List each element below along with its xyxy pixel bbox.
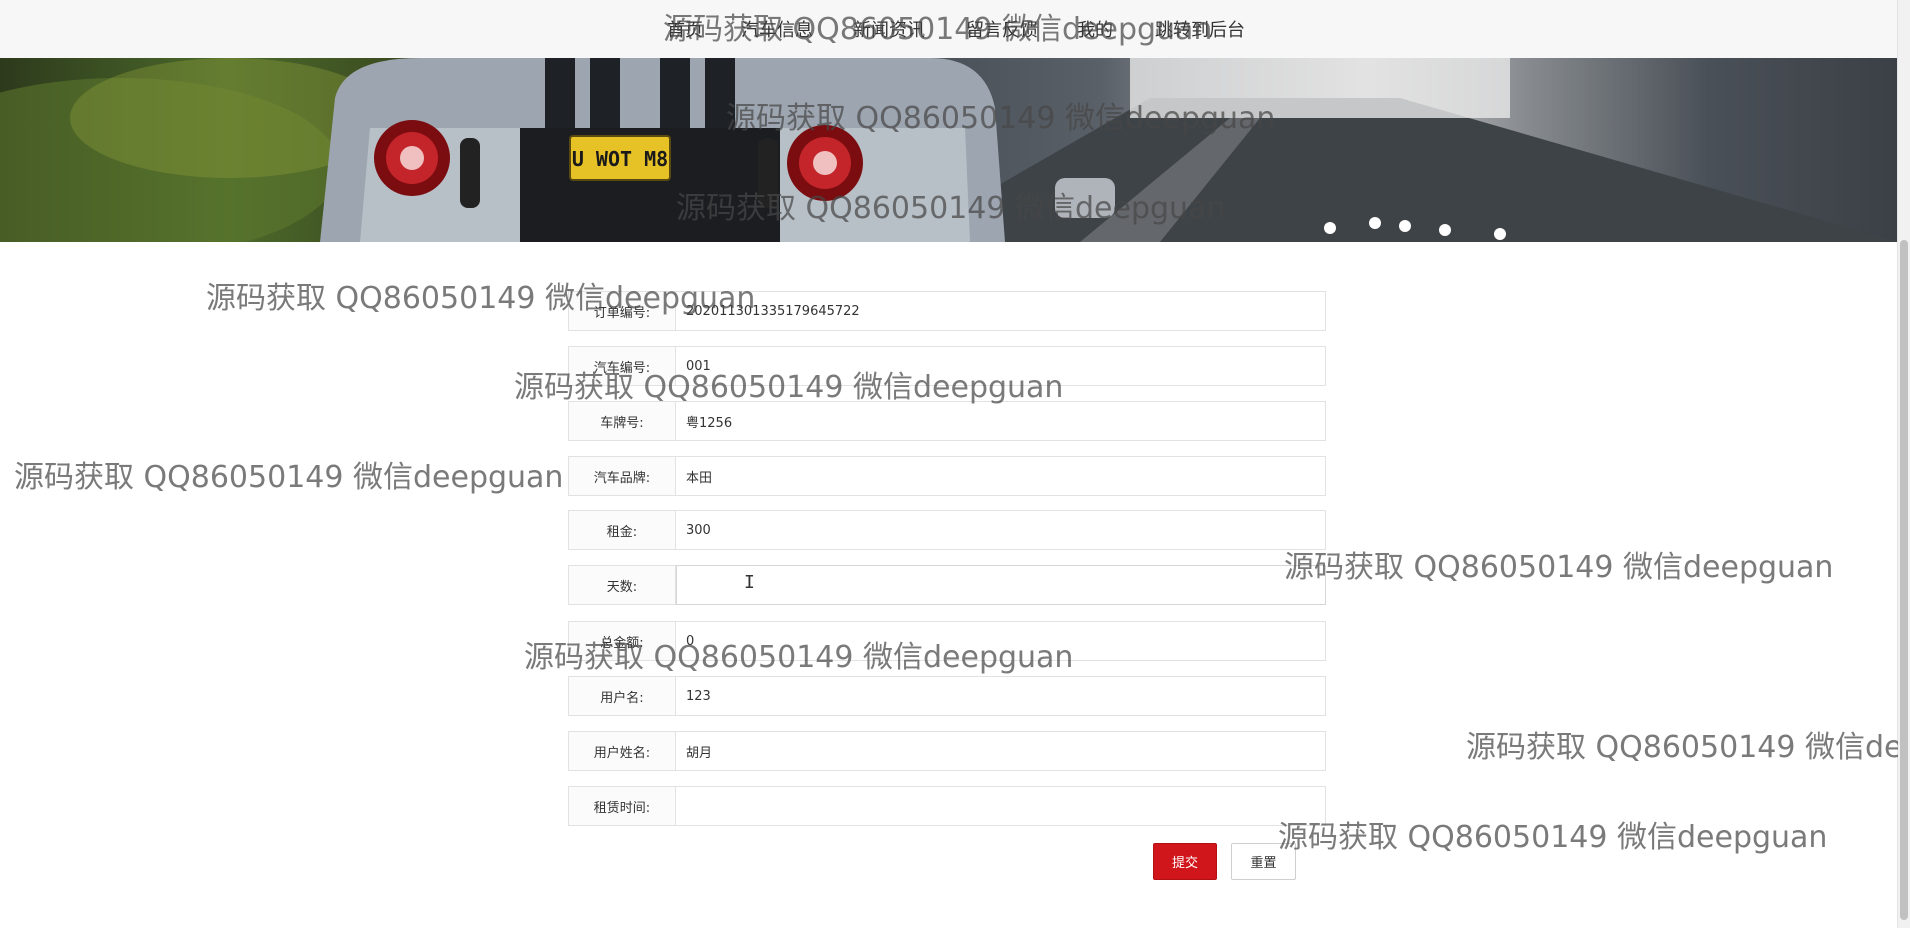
nav-item-feedback[interactable]: 留言反馈 (966, 16, 1038, 42)
label-total: 总金额: (568, 621, 676, 661)
top-navigation: 首页 汽车信息 新闻资讯 留言反馈 我的 跳转到后台 (0, 0, 1898, 62)
text-cursor-icon: I (744, 572, 755, 593)
form-row-total: 总金额: (568, 621, 1326, 661)
vertical-scrollbar[interactable] (1897, 0, 1910, 928)
submit-button[interactable]: 提交 (1153, 843, 1217, 880)
label-plate: 车牌号: (568, 401, 676, 441)
order-no-input[interactable] (676, 291, 1326, 331)
licence-plate-text: U WOT M8 (572, 147, 668, 171)
label-fullname: 用户姓名: (568, 731, 676, 771)
days-input[interactable] (676, 565, 1326, 605)
total-input[interactable] (676, 621, 1326, 661)
form-row-rent: 租金: (568, 510, 1326, 550)
form-row-brand: 汽车品牌: (568, 456, 1326, 496)
banner-car-illustration: U WOT M8 (0, 58, 1898, 242)
car-no-input[interactable] (676, 346, 1326, 386)
label-brand: 汽车品牌: (568, 456, 676, 496)
banner-image: U WOT M8 (0, 58, 1898, 242)
nav-item-admin[interactable]: 跳转到后台 (1155, 16, 1245, 42)
form-row-rent-time: 租赁时间: (568, 786, 1326, 826)
reset-button[interactable]: 重置 (1231, 843, 1296, 880)
fullname-input[interactable] (676, 731, 1326, 771)
nav-item-home[interactable]: 首页 (667, 16, 703, 42)
label-rent: 租金: (568, 510, 676, 550)
watermark-text: 源码获取 QQ86050149 微信deepguan (14, 460, 564, 495)
form-row-car-no: 汽车编号: (568, 346, 1326, 386)
label-rent-time: 租赁时间: (568, 786, 676, 826)
plate-input[interactable] (676, 401, 1326, 441)
scrollbar-thumb[interactable] (1900, 240, 1908, 920)
form-row-fullname: 用户姓名: (568, 731, 1326, 771)
label-car-no: 汽车编号: (568, 346, 676, 386)
watermark-text: 源码获取 QQ86050149 微信deepguan (1284, 550, 1834, 585)
label-days: 天数: (568, 565, 676, 605)
rent-time-input[interactable] (676, 786, 1326, 826)
form-row-username: 用户名: (568, 676, 1326, 716)
brand-input[interactable] (676, 456, 1326, 496)
label-username: 用户名: (568, 676, 676, 716)
nav-item-news[interactable]: 新闻资讯 (853, 16, 925, 42)
nav-item-car-info[interactable]: 汽车信息 (727, 16, 827, 62)
form-row-plate: 车牌号: (568, 401, 1326, 441)
nav-item-mine[interactable]: 我的 (1077, 16, 1113, 42)
watermark-text: 源码获取 QQ86050149 微信deepguan (1278, 820, 1828, 855)
label-order-no: 订单编号: (568, 291, 676, 331)
rent-input[interactable] (676, 510, 1326, 550)
form-row-days: 天数: (568, 565, 1326, 605)
username-input[interactable] (676, 676, 1326, 716)
watermark-text: 源码获取 QQ86050149 微信deepguan (1466, 730, 1898, 765)
form-row-order-no: 订单编号: (568, 291, 1326, 331)
